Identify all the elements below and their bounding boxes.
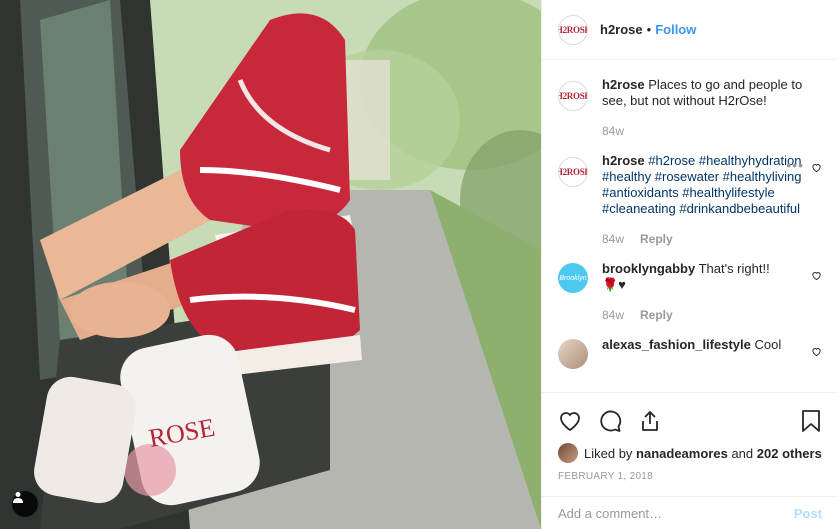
- list-item: Brooklyn brooklyngabby That's right!! 🌹♥…: [558, 261, 822, 337]
- comment-text: That's right!!: [698, 261, 770, 276]
- likes-and: and: [731, 445, 754, 461]
- brand-logo: H2ROSE: [559, 91, 587, 101]
- comment-emoji: 🌹♥: [602, 277, 626, 292]
- photo-illustration: ROSE: [0, 0, 541, 529]
- post-sidebar: H2ROSE h2rose • Follow H2ROSE h2rose Pla…: [541, 0, 837, 529]
- post-username[interactable]: h2rose: [600, 22, 643, 37]
- comment-input[interactable]: [558, 505, 794, 521]
- post-header: H2ROSE h2rose • Follow: [542, 0, 837, 60]
- heart-icon[interactable]: [811, 345, 822, 360]
- avatar[interactable]: H2ROSE: [558, 14, 588, 45]
- likes-others[interactable]: 202 others: [757, 446, 822, 461]
- list-item: H2ROSE h2rose #h2rose #healthyhydration …: [558, 153, 822, 261]
- add-comment-bar: Post: [542, 496, 837, 529]
- comment-username[interactable]: h2rose: [602, 153, 645, 168]
- brand-logo: H2ROSE: [559, 167, 587, 177]
- avatar[interactable]: [558, 339, 588, 369]
- likes-user[interactable]: nanadeamores: [636, 446, 728, 461]
- post-photo[interactable]: ROSE: [0, 0, 541, 529]
- comment-time[interactable]: 84w: [602, 307, 624, 323]
- avatar[interactable]: Brooklyn: [558, 263, 588, 293]
- post-actions: Liked by nanadeamores and 202 others FEB…: [542, 392, 837, 482]
- comment-text: Cool: [754, 337, 782, 352]
- list-item: alexas_fashion_lifestyle Cool: [558, 337, 822, 369]
- tag-user-icon[interactable]: [12, 491, 38, 517]
- comment-icon[interactable]: [598, 409, 622, 433]
- post-button[interactable]: Post: [794, 506, 822, 521]
- comments-list[interactable]: H2ROSE h2rose Places to go and people to…: [542, 61, 837, 392]
- likes-summary: Liked by nanadeamores and 202 others: [558, 443, 822, 463]
- separator-dot: •: [646, 22, 652, 37]
- likes-prefix: Liked by: [584, 445, 633, 461]
- bookmark-icon[interactable]: [800, 409, 822, 433]
- heart-icon[interactable]: [811, 269, 822, 284]
- heart-icon[interactable]: [558, 409, 582, 433]
- share-icon[interactable]: [638, 409, 662, 433]
- avatar[interactable]: H2ROSE: [558, 157, 588, 187]
- comment-username[interactable]: h2rose: [602, 77, 645, 92]
- avatar[interactable]: [558, 443, 578, 463]
- heart-icon[interactable]: [811, 161, 822, 176]
- comment-time[interactable]: 84w: [602, 123, 624, 139]
- brand-logo: H2ROSE: [559, 24, 587, 35]
- more-options-icon[interactable]: •••: [786, 157, 804, 173]
- follow-button[interactable]: Follow: [655, 22, 696, 37]
- comment-username[interactable]: brooklyngabby: [602, 261, 695, 276]
- post-date[interactable]: FEBRUARY 1, 2018: [558, 471, 822, 482]
- comment-username[interactable]: alexas_fashion_lifestyle: [602, 337, 751, 352]
- avatar[interactable]: H2ROSE: [558, 81, 588, 111]
- reply-button[interactable]: Reply: [640, 307, 673, 323]
- list-item: H2ROSE h2rose Places to go and people to…: [558, 77, 822, 153]
- reply-button[interactable]: Reply: [640, 231, 673, 247]
- comment-time[interactable]: 84w: [602, 231, 624, 247]
